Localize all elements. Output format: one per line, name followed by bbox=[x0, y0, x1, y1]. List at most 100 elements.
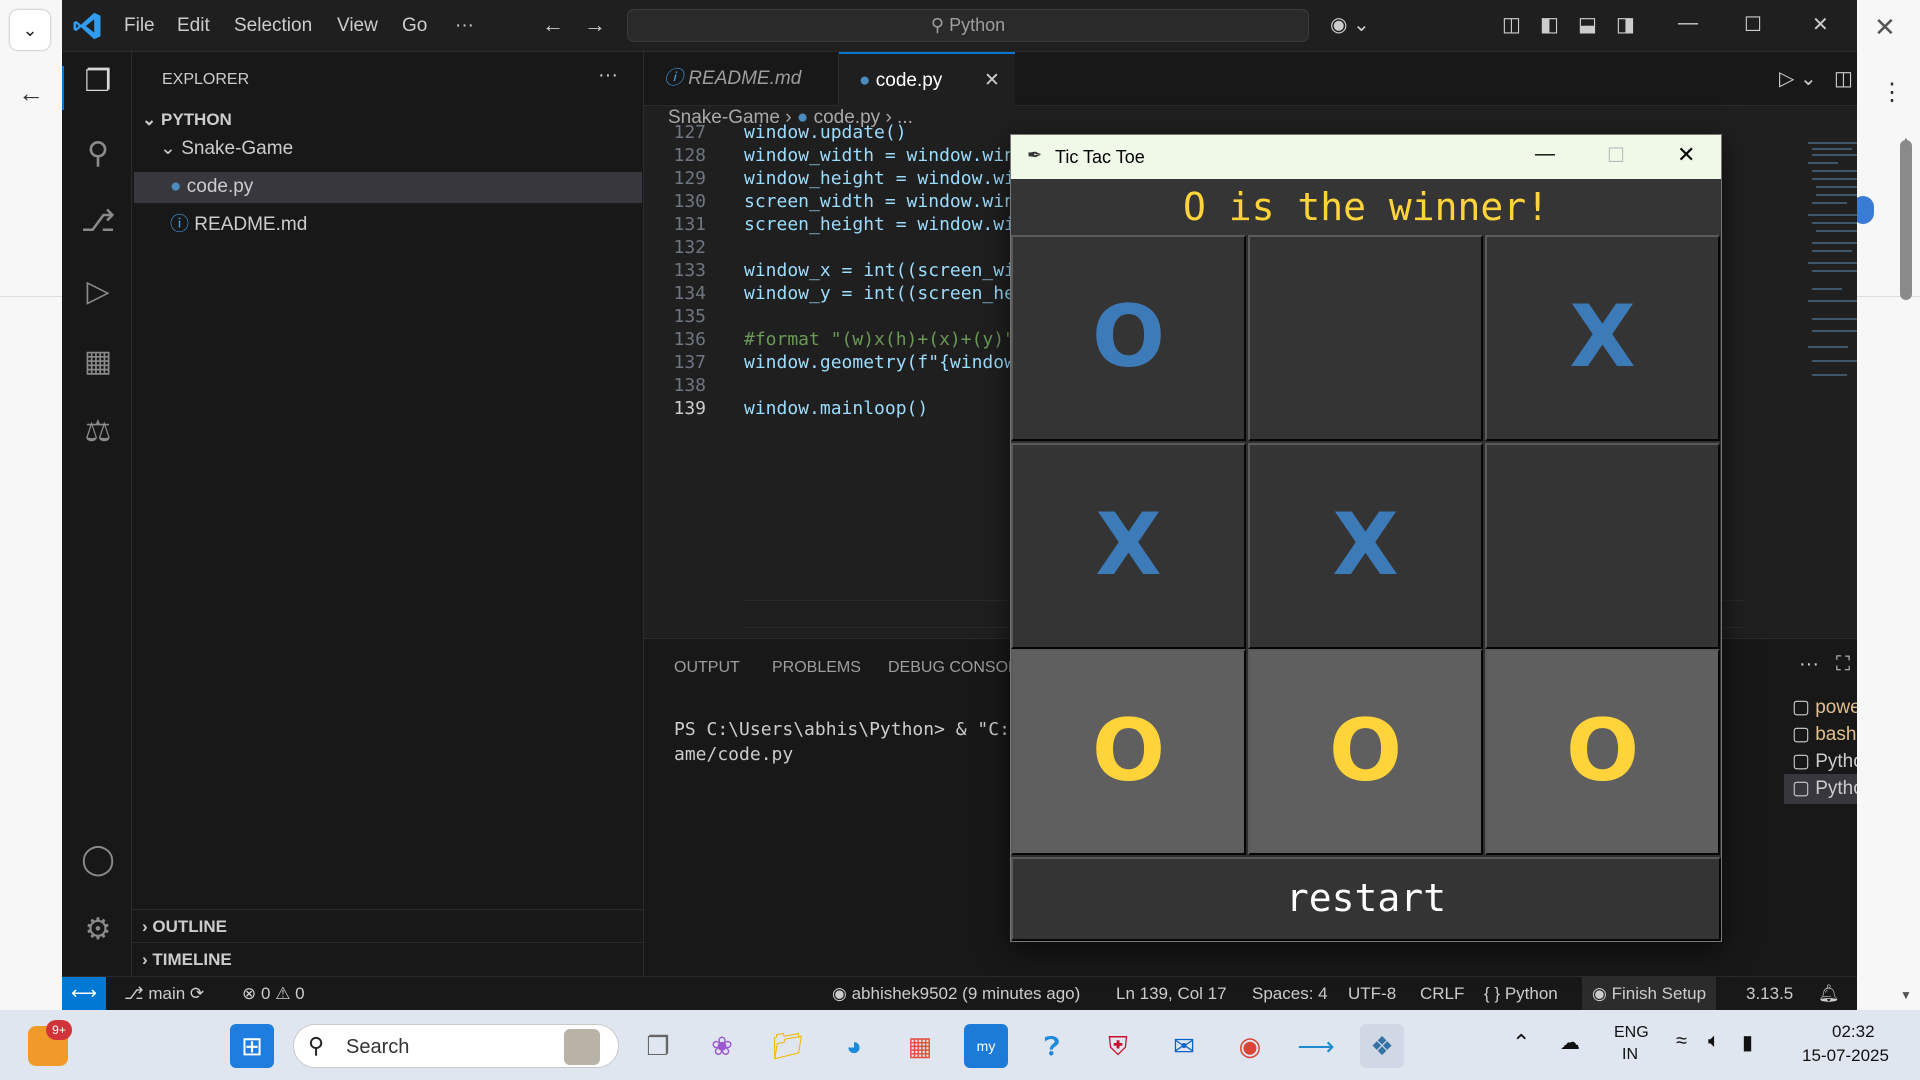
browser-scrollbar[interactable] bbox=[1900, 140, 1912, 300]
settings-gear-icon[interactable]: ⚙ bbox=[78, 912, 118, 947]
terminal-item-python-active[interactable]: ▢ Python bbox=[1784, 774, 1857, 804]
terminal-item-bash[interactable]: ▢ bash ⚠ bbox=[1784, 720, 1857, 750]
eol-status[interactable]: CRLF bbox=[1420, 984, 1464, 1004]
menu-selection[interactable]: Selection bbox=[234, 15, 312, 37]
tab-problems[interactable]: PROBLEMS bbox=[772, 659, 861, 677]
branch-status[interactable]: ⎇ main ⟳ bbox=[124, 984, 204, 1004]
chrome-icon[interactable]: ◉ bbox=[1228, 1024, 1272, 1068]
maximize-panel-icon[interactable]: ⛶ bbox=[1836, 653, 1850, 676]
problems-status[interactable]: ⊗ 0 ⚠ 0 bbox=[242, 984, 305, 1004]
wifi-icon[interactable]: ≈ bbox=[1676, 1030, 1687, 1053]
onedrive-icon[interactable]: ☁ bbox=[1560, 1030, 1580, 1055]
toggle-sidebar-icon[interactable]: ◧ bbox=[1540, 12, 1559, 37]
browser-close-icon[interactable]: ✕ bbox=[1874, 12, 1896, 43]
myhp-icon[interactable]: my bbox=[964, 1024, 1008, 1068]
board-cell-0-0[interactable]: O bbox=[1011, 235, 1246, 441]
menu-go[interactable]: Go bbox=[402, 15, 427, 37]
finish-setup-button[interactable]: ◉ Finish Setup bbox=[1582, 977, 1717, 1010]
menu-more[interactable]: ··· bbox=[455, 15, 474, 37]
tab-readme[interactable]: ⓘ README.md bbox=[644, 52, 839, 106]
python-taskbar-icon[interactable]: ❖ bbox=[1360, 1024, 1404, 1068]
board-cell-0-1[interactable] bbox=[1248, 235, 1483, 441]
search-icon[interactable]: ⚲ bbox=[78, 136, 118, 171]
board-cell-1-0[interactable]: X bbox=[1011, 443, 1246, 649]
maximize-icon[interactable]: ☐ bbox=[1744, 12, 1762, 37]
scroll-down-arrow-icon[interactable]: ▼ bbox=[1900, 988, 1912, 1002]
run-debug-icon[interactable]: ▷ bbox=[78, 274, 118, 309]
tab-close-icon[interactable]: ✕ bbox=[984, 54, 1000, 108]
start-button[interactable]: ⊞ bbox=[230, 1024, 274, 1068]
git-blame-status[interactable]: ◉ abhishek9502 (9 minutes ago) bbox=[832, 984, 1080, 1004]
accounts-icon[interactable]: ◯ bbox=[78, 842, 118, 877]
clock-time[interactable]: 02:32 bbox=[1832, 1022, 1875, 1042]
menu-file[interactable]: File bbox=[124, 15, 155, 37]
task-view-icon[interactable]: ❐ bbox=[636, 1024, 680, 1068]
command-center-search[interactable]: ⚲ Python bbox=[627, 9, 1309, 42]
outline-section[interactable]: › OUTLINE bbox=[132, 909, 644, 942]
file-explorer-icon[interactable]: 📁︎ bbox=[766, 1024, 810, 1068]
close-icon[interactable]: ✕ bbox=[1812, 12, 1829, 37]
customize-layout-icon[interactable]: ◫ bbox=[1502, 12, 1521, 37]
encoding-status[interactable]: UTF-8 bbox=[1348, 984, 1396, 1004]
extensions-icon[interactable]: ▦ bbox=[78, 344, 118, 379]
show-hidden-icons-chevron[interactable]: ⌃ bbox=[1512, 1030, 1530, 1056]
microsoft-store-icon[interactable]: ▦ bbox=[898, 1024, 942, 1068]
explorer-icon[interactable]: ❐ bbox=[78, 64, 118, 99]
nav-forward-icon[interactable]: → bbox=[584, 12, 606, 38]
clock-date[interactable]: 15-07-2025 bbox=[1802, 1046, 1889, 1066]
timeline-section[interactable]: › TIMELINE bbox=[132, 942, 644, 975]
board-cell-2-1[interactable]: O bbox=[1248, 649, 1483, 855]
split-editor-icon[interactable]: ◫ bbox=[1834, 66, 1853, 91]
language-indicator-bottom[interactable]: IN bbox=[1622, 1046, 1638, 1064]
taskbar-search-box[interactable]: ⚲ Search bbox=[293, 1024, 619, 1068]
language-status[interactable]: { } Python bbox=[1484, 984, 1558, 1004]
ttt-close-icon[interactable]: ✕ bbox=[1677, 142, 1695, 168]
source-control-icon[interactable]: ⎇ bbox=[78, 204, 118, 239]
notifications-bell-icon[interactable]: 🔔︎ bbox=[1818, 984, 1840, 1004]
outlook-icon[interactable]: ✉ bbox=[1162, 1024, 1206, 1068]
file-readme[interactable]: ⓘ README.md bbox=[170, 209, 307, 236]
workspace-folder[interactable]: ⌄ PYTHON bbox=[142, 110, 232, 130]
testing-icon[interactable]: ⚖ bbox=[78, 414, 118, 449]
run-python-icon[interactable]: ▷ ⌄ bbox=[1779, 66, 1817, 91]
cursor-position[interactable]: Ln 139, Col 17 bbox=[1116, 984, 1227, 1004]
language-indicator-top[interactable]: ENG bbox=[1614, 1024, 1649, 1042]
menu-view[interactable]: View bbox=[337, 15, 378, 37]
volume-icon[interactable]: 🔈︎ bbox=[1708, 1030, 1720, 1053]
board-cell-0-2[interactable]: X bbox=[1485, 235, 1720, 441]
copilot-app-icon[interactable]: ❀ bbox=[700, 1024, 744, 1068]
explorer-more-icon[interactable]: ··· bbox=[598, 64, 618, 87]
menu-edit[interactable]: Edit bbox=[177, 15, 210, 37]
browser-tab-dropdown-button[interactable]: ⌄ bbox=[10, 10, 50, 50]
browser-more-icon[interactable]: ⋮ bbox=[1880, 78, 1904, 107]
tab-code-py[interactable]: ● code.py ✕ bbox=[839, 52, 1015, 106]
battery-icon[interactable]: ▮ bbox=[1742, 1030, 1753, 1055]
restart-button[interactable]: restart bbox=[1011, 857, 1721, 941]
board-cell-1-1[interactable]: X bbox=[1248, 443, 1483, 649]
edge-browser-icon[interactable]: ◕ bbox=[832, 1024, 876, 1068]
folder-snake-game[interactable]: ⌄ Snake-Game bbox=[160, 137, 293, 160]
tab-debug-console[interactable]: DEBUG CONSOLE bbox=[888, 659, 1028, 677]
tab-output[interactable]: OUTPUT bbox=[674, 659, 740, 677]
file-code-py[interactable]: ● code.py bbox=[170, 176, 253, 198]
nav-back-icon[interactable]: ← bbox=[542, 12, 564, 38]
indentation-status[interactable]: Spaces: 4 bbox=[1252, 984, 1328, 1004]
mcafee-icon[interactable]: ⛨ bbox=[1096, 1024, 1140, 1068]
terminal-item-powershell[interactable]: ▢ powe... ⚠ bbox=[1784, 693, 1857, 723]
python-version-status[interactable]: 3.13.5 bbox=[1746, 984, 1793, 1004]
panel-more-icon[interactable]: ··· bbox=[1799, 653, 1819, 676]
toggle-secondary-sidebar-icon[interactable]: ◨ bbox=[1616, 12, 1635, 37]
minimap[interactable] bbox=[1804, 138, 1857, 438]
help-icon[interactable]: ❓︎ bbox=[1030, 1024, 1074, 1068]
ttt-minimize-icon[interactable]: — bbox=[1535, 143, 1555, 166]
remote-indicator-button[interactable]: ⟷ bbox=[62, 977, 106, 1010]
browser-back-arrow-icon[interactable]: ← bbox=[18, 78, 44, 109]
toggle-panel-icon[interactable]: ⬓ bbox=[1578, 12, 1597, 37]
terminal-item-python[interactable]: ▢ Python bbox=[1784, 747, 1857, 777]
board-cell-2-2[interactable]: O bbox=[1485, 649, 1720, 855]
ttt-maximize-icon[interactable]: ☐ bbox=[1607, 143, 1625, 168]
board-cell-1-2[interactable] bbox=[1485, 443, 1720, 649]
vscode-taskbar-icon[interactable]: ⟶ bbox=[1294, 1024, 1338, 1068]
copilot-icon[interactable]: ◉ ⌄ bbox=[1330, 12, 1370, 37]
board-cell-2-0[interactable]: O bbox=[1011, 649, 1246, 855]
